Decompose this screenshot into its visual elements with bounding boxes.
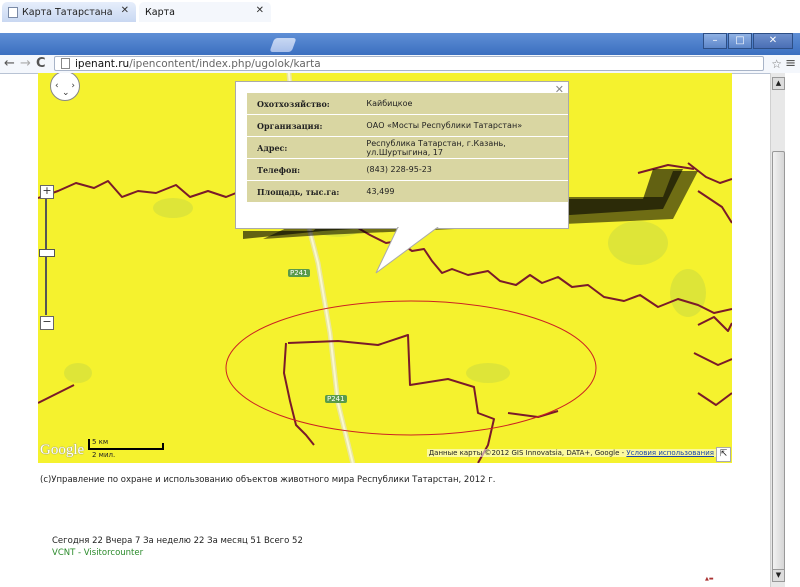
- info-row: Организация: ОАО «Мосты Республики Татарс…: [247, 115, 568, 136]
- page-margin: [785, 73, 800, 587]
- tab-karta-tatarstana[interactable]: Карта Татарстана ✕: [2, 2, 136, 22]
- scale-mi-label: 2 мил.: [92, 451, 116, 459]
- scale-tick: [162, 443, 164, 450]
- minimize-icon[interactable]: –: [703, 33, 727, 49]
- map-canvas[interactable]: ‹ › ⌄ + − P241 P241 ✕ Охотхозяйство: Кайб…: [38, 73, 732, 463]
- road-label: P241: [288, 269, 310, 277]
- info-row: Площадь, тыс.га: 43,499: [247, 181, 568, 202]
- counter-logo-icon[interactable]: ▲▬: [705, 576, 731, 584]
- map-scale: 5 км 2 мил.: [88, 438, 164, 459]
- window-controls: – □ ✕: [702, 33, 793, 49]
- terms-link[interactable]: Условия использования: [626, 449, 714, 457]
- zoom-out-button[interactable]: −: [40, 316, 54, 330]
- map-info-window: ✕ Охотхозяйство: Кайбицкое Организация: ОА…: [235, 81, 569, 229]
- info-row: Охотхозяйство: Кайбицкое: [247, 93, 568, 114]
- visitor-counter: Сегодня 22 Вчера 7 За неделю 22 За месяц…: [52, 536, 303, 546]
- browser-toolbar: ← → C ipenant.ru/ipencontent/index.php/u…: [0, 55, 800, 74]
- scale-km-label: 5 км: [92, 438, 109, 446]
- close-icon[interactable]: ✕: [121, 5, 129, 16]
- road-label: P241: [325, 395, 347, 403]
- reload-icon[interactable]: C: [36, 55, 46, 73]
- zoom-slider-handle[interactable]: [39, 249, 55, 257]
- close-window-icon[interactable]: ✕: [753, 33, 793, 49]
- scroll-up-icon[interactable]: ▲: [772, 77, 785, 90]
- google-logo: Google: [40, 442, 85, 458]
- zoom-slider-track[interactable]: [45, 199, 47, 315]
- infowindow-pointer: [375, 227, 439, 274]
- visitor-counter-link[interactable]: VCNT - Visitorcounter: [52, 548, 143, 558]
- pan-down-icon[interactable]: ⌄: [62, 88, 70, 98]
- pan-left-icon[interactable]: ‹: [55, 81, 59, 91]
- copyright-text: (с)Управление по охране и использованию …: [40, 475, 496, 485]
- close-icon[interactable]: ✕: [256, 5, 264, 16]
- page-icon: [61, 58, 70, 69]
- info-table: Охотхозяйство: Кайбицкое Организация: ОАО …: [247, 92, 568, 203]
- zoom-in-button[interactable]: +: [40, 185, 54, 199]
- back-arrow-icon[interactable]: ←: [4, 55, 15, 73]
- info-row: Телефон: (843) 228-95-23: [247, 159, 568, 180]
- scale-bar: [88, 448, 164, 450]
- forward-arrow-icon[interactable]: →: [20, 55, 31, 73]
- page-icon: [8, 6, 18, 18]
- info-row: Адрес: Республика Татарстан, г.Казань, ул…: [247, 137, 568, 158]
- pan-right-icon[interactable]: ›: [71, 81, 75, 91]
- menu-icon[interactable]: ≡: [785, 55, 796, 73]
- url-text: ipenant.ru/ipencontent/index.php/ugolok/…: [75, 57, 321, 70]
- maximize-icon[interactable]: □: [728, 33, 752, 49]
- tab-strip: [0, 33, 800, 55]
- address-bar[interactable]: ipenant.ru/ipencontent/index.php/ugolok/…: [54, 56, 764, 71]
- tab-label: Карта: [145, 6, 175, 18]
- bookmark-star-icon[interactable]: ☆: [771, 57, 782, 71]
- tab-label: Карта Татарстана: [22, 6, 113, 18]
- tab-karta[interactable]: Карта ✕: [139, 2, 271, 86]
- scroll-thumb[interactable]: [772, 151, 785, 571]
- vertical-scrollbar[interactable]: ▲ ▼: [770, 73, 785, 587]
- scroll-down-icon[interactable]: ▼: [772, 569, 785, 582]
- expand-icon[interactable]: ⇱: [716, 447, 731, 462]
- map-attribution: Данные карты ©2012 GIS Innovatsia, DATA+…: [426, 449, 716, 457]
